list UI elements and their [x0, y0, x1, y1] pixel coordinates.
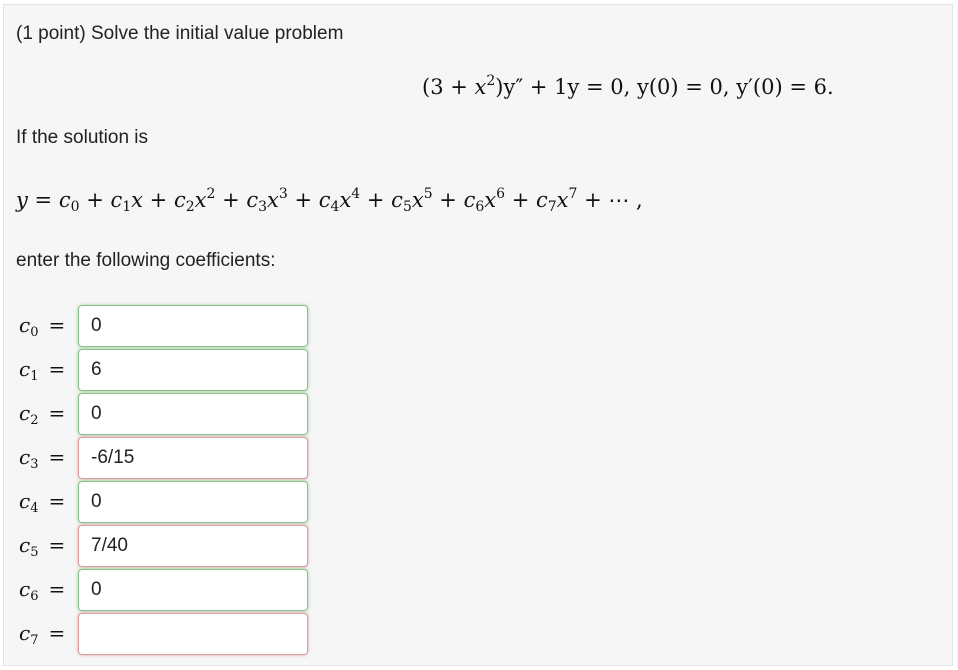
series-term: c6x6 — [463, 186, 506, 215]
coefficient-label-c4: c4 = — [19, 489, 66, 516]
series-y: y — [16, 188, 28, 212]
series-term: c4x4 — [318, 186, 361, 215]
answer-input-c5[interactable] — [78, 525, 308, 567]
series-term: c0 — [58, 188, 80, 215]
series-plus: + — [287, 188, 319, 212]
series-plus: + — [432, 188, 464, 212]
answer-input-c2[interactable] — [78, 393, 308, 435]
points-label: (1 point) — [16, 23, 86, 44]
coefficient-label-c3: c3 = — [19, 445, 66, 472]
answer-input-c1[interactable] — [78, 349, 308, 391]
answer-input-c4[interactable] — [78, 481, 308, 523]
coefficient-label-c1: c1 = — [19, 357, 66, 384]
series-term: c7x7 — [535, 186, 578, 215]
coefficient-label-c2: c2 = — [19, 401, 66, 428]
power-series: y = c0 + c1x + c2x2 + c3x3 + c4x4 + c5x5… — [16, 186, 643, 215]
problem-header: (1 point) Solve the initial value proble… — [16, 23, 343, 45]
answer-input-c3[interactable] — [78, 437, 308, 479]
series-plus: + — [79, 188, 111, 212]
answer-input-c6[interactable] — [78, 569, 308, 611]
instruction-text: enter the following coefficients: — [16, 250, 276, 271]
series-term: c3x3 — [246, 186, 288, 215]
series-plus: + — [360, 188, 392, 212]
series-plus: + — [143, 188, 174, 212]
problem-prompt: Solve the initial value problem — [90, 23, 344, 44]
coefficient-label-c5: c5 = — [19, 533, 66, 560]
series-term: c2x2 — [173, 186, 216, 215]
ivp-equation: (3 + x2)y″ + 1y = 0, y(0) = 0, y′(0) = 6… — [422, 73, 834, 99]
coefficient-label-c0: c0 = — [19, 313, 66, 340]
series-term: c1x — [110, 188, 143, 215]
series-plus: + — [505, 188, 536, 212]
series-plus: + — [215, 188, 247, 212]
solution-intro: If the solution is — [16, 127, 149, 148]
answer-input-c0[interactable] — [78, 305, 308, 347]
coefficient-label-c7: c7 = — [19, 621, 66, 648]
coefficient-label-c6: c6 = — [19, 577, 66, 604]
series-equals: = — [27, 188, 59, 212]
problem-panel: (1 point) Solve the initial value proble… — [3, 4, 953, 666]
series-ellipsis: + ⋯ , — [577, 188, 643, 212]
series-term: c5x5 — [391, 186, 433, 215]
answer-input-c7[interactable] — [78, 613, 308, 655]
